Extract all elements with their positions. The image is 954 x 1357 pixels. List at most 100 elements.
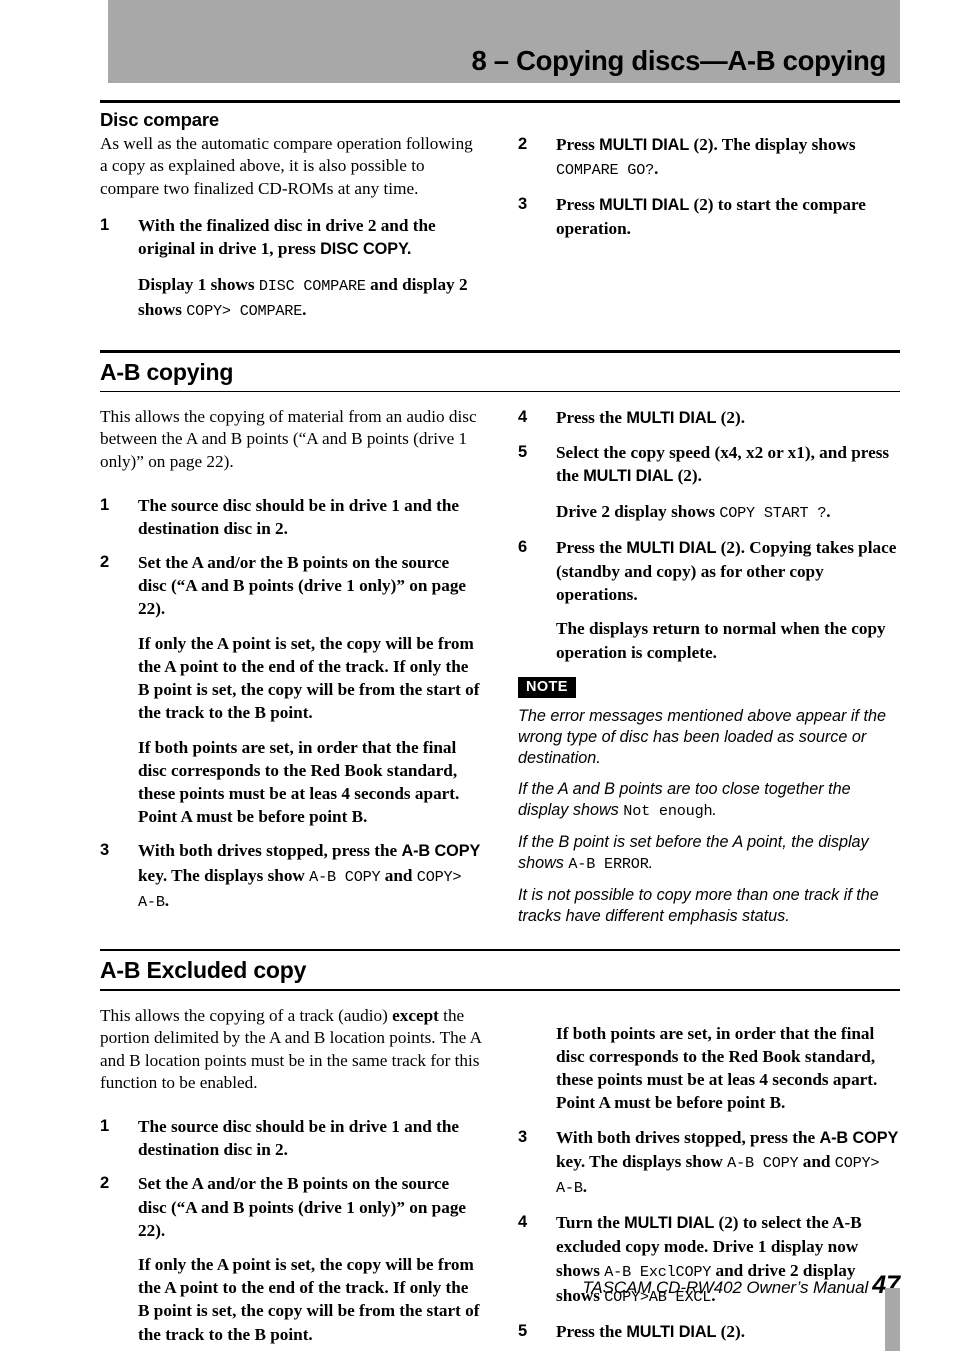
note-paragraph-3: If the B point is set before the A point… xyxy=(518,832,900,875)
step-text-run: Drive 2 display shows xyxy=(556,501,720,521)
page-footer: TASCAM CD-RW402 Owner’s Manual 47 xyxy=(100,1271,900,1300)
step-text: Press MULTI DIAL (2) to start the compar… xyxy=(556,193,900,240)
ab-excluded-step-5: 5 Press the MULTI DIAL (2). xyxy=(518,1320,900,1344)
step-text-run: Turn the xyxy=(556,1213,625,1233)
page-edge-tab xyxy=(885,1288,900,1351)
step-number: 6 xyxy=(518,537,528,556)
disc-compare-step-1: 1 With the finalized disc in drive 2 and… xyxy=(100,214,482,323)
page-header-title: 8 – Copying discs—A-B copying xyxy=(471,45,886,76)
ab-excluded-left-column: This allows the copying of a track (audi… xyxy=(100,1005,482,1357)
display-readout-compare-go: COMPARE GO? xyxy=(556,160,655,179)
step-number: 3 xyxy=(100,841,110,860)
key-label-multi-dial: MULTI DIAL xyxy=(626,1322,717,1341)
step-text-run: With both drives stopped, press the xyxy=(556,1127,820,1147)
step-number: 1 xyxy=(100,495,110,514)
step-text: Set the A and/or the B points on the sou… xyxy=(138,1174,467,1240)
display-readout-ab-copy: A-B COPY xyxy=(309,867,381,886)
section-ab-copying: A-B copying This allows the copying of m… xyxy=(100,350,900,937)
heading-disc-compare: Disc compare xyxy=(100,108,219,130)
key-label-multi-dial: MULTI DIAL xyxy=(624,1214,715,1233)
step-text: Select the copy speed (x4, x2 or x1), an… xyxy=(556,441,900,488)
step-detail-a-point: If only the A point is set, the copy wil… xyxy=(138,633,480,723)
step-number: 5 xyxy=(518,443,528,462)
ab-excluded-right-column: If both points are set, in order that th… xyxy=(518,1005,900,1357)
step-text: The source disc should be in drive 1 and… xyxy=(138,495,460,538)
ab-copying-step-5: 5 Select the copy speed (x4, x2 or x1), … xyxy=(518,441,900,525)
ab-excluded-step-2: 2 Set the A and/or the B points on the s… xyxy=(100,1172,482,1345)
step-text: Press MULTI DIAL (2). The display shows … xyxy=(556,133,900,182)
step-text-run: Press xyxy=(556,134,600,154)
step-text-run: Press the xyxy=(556,1321,627,1341)
step-text: Press the MULTI DIAL (2). Copying takes … xyxy=(556,536,900,607)
ab-copying-step-3: 3 With both drives stopped, press the A-… xyxy=(100,839,482,914)
footer-manual-title: TASCAM CD-RW402 Owner’s Manual xyxy=(582,1278,869,1297)
step-text: With the finalized disc in drive 2 and t… xyxy=(138,214,482,261)
display-readout-disc-compare: DISC COMPARE xyxy=(258,276,366,295)
key-label-multi-dial: MULTI DIAL xyxy=(599,135,690,154)
note-paragraph-1: The error messages mentioned above appea… xyxy=(518,706,887,767)
display-readout-copy-start: COPY START ? xyxy=(719,503,827,522)
step-text-run: key. The displays show xyxy=(138,865,310,885)
step-text-run: . xyxy=(654,158,659,178)
step-detail-copy-start: Drive 2 display shows COPY START ?. xyxy=(556,500,900,525)
intro-text-run: This allows the copying of a track (audi… xyxy=(100,1005,393,1025)
note-paragraph-4: It is not possible to copy more than one… xyxy=(518,885,879,925)
note-paragraph-2: If the A and B points are too close toge… xyxy=(518,779,900,822)
step-number: 2 xyxy=(100,1174,110,1193)
ab-excluded-intro: This allows the copying of a track (audi… xyxy=(100,1005,482,1095)
step-text-run: . xyxy=(302,299,307,319)
key-label-multi-dial: MULTI DIAL xyxy=(626,408,717,427)
heading-ab-excluded-copy: A-B Excluded copy xyxy=(100,957,307,984)
step-text: Press the MULTI DIAL (2). xyxy=(556,1320,900,1344)
step-number: 2 xyxy=(518,134,528,153)
step-number: 3 xyxy=(518,194,528,213)
step-number: 2 xyxy=(100,553,110,572)
display-readout-ab-error: A-B ERROR xyxy=(568,854,649,873)
ab-copying-right-column: 4 Press the MULTI DIAL (2). 5 Select the… xyxy=(518,406,900,937)
disc-compare-intro: As well as the automatic compare operati… xyxy=(100,133,473,198)
step-text-run: . xyxy=(826,501,831,521)
step-text-run: (2). xyxy=(716,407,746,427)
disc-compare-step-3: 3 Press MULTI DIAL (2) to start the comp… xyxy=(518,193,900,240)
step-detail-both-points: If both points are set, in order that th… xyxy=(138,737,460,827)
step-text-run: key. The displays show xyxy=(556,1151,728,1171)
step-text: Press the MULTI DIAL (2). xyxy=(556,406,900,430)
key-label-multi-dial: MULTI DIAL xyxy=(599,195,690,214)
step-text-run: (2). xyxy=(673,466,702,486)
ab-copying-step-6: 6 Press the MULTI DIAL (2). Copying take… xyxy=(518,536,900,664)
step-number: 5 xyxy=(518,1321,528,1340)
section-rule-top xyxy=(100,100,900,103)
ab-excluded-detail-both-points: If both points are set, in order that th… xyxy=(556,1023,878,1113)
key-label-disc-copy: DISC COPY. xyxy=(320,240,412,259)
intro-emphasis-except: except xyxy=(392,1005,439,1025)
display-readout-ab-copy: A-B COPY xyxy=(727,1153,799,1172)
display-readout-copy-compare: COPY> COMPARE xyxy=(186,301,303,320)
note-badge: NOTE xyxy=(518,676,576,698)
step-text-run: (2). xyxy=(716,1321,746,1341)
section-rule-top xyxy=(100,350,900,353)
step-number: 1 xyxy=(100,216,110,235)
heading-ab-copying: A-B copying xyxy=(100,358,234,385)
key-label-multi-dial: MULTI DIAL xyxy=(583,467,674,486)
key-label-multi-dial: MULTI DIAL xyxy=(626,538,717,557)
disc-compare-step-2: 2 Press MULTI DIAL (2). The display show… xyxy=(518,133,900,182)
disc-compare-left-column: As well as the automatic compare operati… xyxy=(100,133,482,335)
step-text: With both drives stopped, press the A-B … xyxy=(556,1126,900,1201)
note-block: NOTE The error messages mentioned above … xyxy=(518,676,900,927)
ab-copying-intro: This allows the copying of material from… xyxy=(100,406,477,472)
step-text-run: With both drives stopped, press the xyxy=(138,841,402,861)
section-disc-compare: Disc compare As well as the automatic co… xyxy=(100,100,900,334)
step-text-run: and xyxy=(798,1151,835,1171)
page-content: Disc compare As well as the automatic co… xyxy=(100,100,900,1357)
step-detail-complete: The displays return to normal when the c… xyxy=(556,619,886,662)
disc-compare-right-column: 2 Press MULTI DIAL (2). The display show… xyxy=(518,133,900,335)
key-label-ab-copy: A-B COPY xyxy=(401,842,481,861)
step-text: Set the A and/or the B points on the sou… xyxy=(138,553,467,619)
step-number: 1 xyxy=(100,1116,110,1135)
step-text-run: . xyxy=(582,1176,588,1196)
note-text-run: . xyxy=(648,853,654,872)
ab-copying-step-4: 4 Press the MULTI DIAL (2). xyxy=(518,406,900,430)
ab-copying-left-column: This allows the copying of material from… xyxy=(100,406,482,937)
display-readout-not-enough: Not enough xyxy=(623,801,713,820)
ab-copying-step-2: 2 Set the A and/or the B points on the s… xyxy=(100,551,482,828)
